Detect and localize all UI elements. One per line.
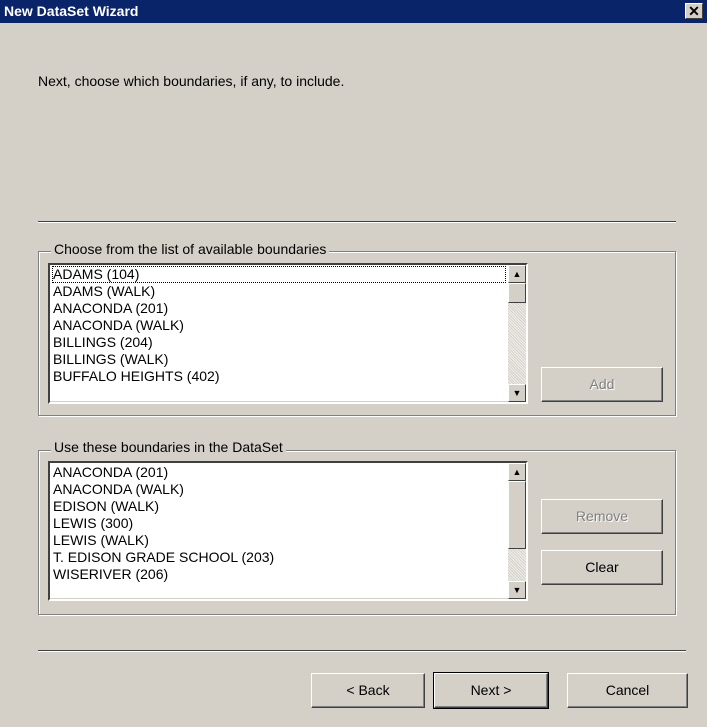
list-item[interactable]: WISERIVER (206) [52,566,506,583]
list-item[interactable]: BUFFALO HEIGHTS (402) [52,368,506,385]
list-item[interactable]: LEWIS (WALK) [52,532,506,549]
down-arrow-icon[interactable]: ▼ [508,384,526,402]
list-item[interactable]: BILLINGS (WALK) [52,351,506,368]
available-boundaries-list[interactable]: ADAMS (104) ADAMS (WALK) ANACONDA (201) ANA… [48,263,528,404]
list-item[interactable]: ADAMS (104) [52,266,506,283]
selected-boundaries-label: Use these boundaries in the DataSet [51,439,286,455]
back-button-label: < Back [346,682,390,698]
up-arrow-icon[interactable]: ▲ [508,265,526,283]
add-button[interactable]: Add [541,367,663,402]
instruction-text: Next, choose which boundaries, if any, t… [38,73,345,89]
remove-button[interactable]: Remove [541,499,663,534]
up-arrow-icon[interactable]: ▲ [508,463,526,481]
scrollbar-thumb[interactable] [508,283,526,303]
close-icon: ✕ [688,3,700,19]
title-bar[interactable]: New DataSet Wizard ✕ [0,0,707,23]
scrollbar-thumb[interactable] [508,481,526,549]
list-item[interactable]: ANACONDA (201) [52,464,506,481]
cancel-button-label: Cancel [605,682,650,698]
cancel-button[interactable]: Cancel [567,673,688,708]
clear-button[interactable]: Clear [541,550,663,585]
next-button[interactable]: Next > [433,672,549,709]
list-item[interactable]: ADAMS (WALK) [52,283,506,300]
clear-button-label: Clear [585,559,619,575]
list-item[interactable]: BILLINGS (204) [52,334,506,351]
footer-separator [38,650,686,652]
list-item[interactable]: LEWIS (300) [52,515,506,532]
list-item[interactable]: EDISON (WALK) [52,498,506,515]
next-button-label: Next > [470,682,512,698]
close-button[interactable]: ✕ [685,3,703,19]
list-item[interactable]: ANACONDA (WALK) [52,481,506,498]
remove-button-label: Remove [575,508,629,524]
list-item[interactable]: T. EDISON GRADE SCHOOL (203) [52,549,506,566]
available-list-scrollbar[interactable]: ▲ ▼ [508,265,526,402]
list-item[interactable]: ANACONDA (WALK) [52,317,506,334]
selected-list-scrollbar[interactable]: ▲ ▼ [508,463,526,599]
down-arrow-icon[interactable]: ▼ [508,581,526,599]
add-button-label: Add [589,376,615,392]
selected-boundaries-list[interactable]: ANACONDA (201) ANACONDA (WALK) EDISON (WAL… [48,461,528,601]
header-separator [38,221,676,223]
window-title: New DataSet Wizard [4,3,139,19]
back-button[interactable]: < Back [311,673,425,708]
list-item[interactable]: ANACONDA (201) [52,300,506,317]
available-boundaries-label: Choose from the list of available bounda… [51,241,330,257]
